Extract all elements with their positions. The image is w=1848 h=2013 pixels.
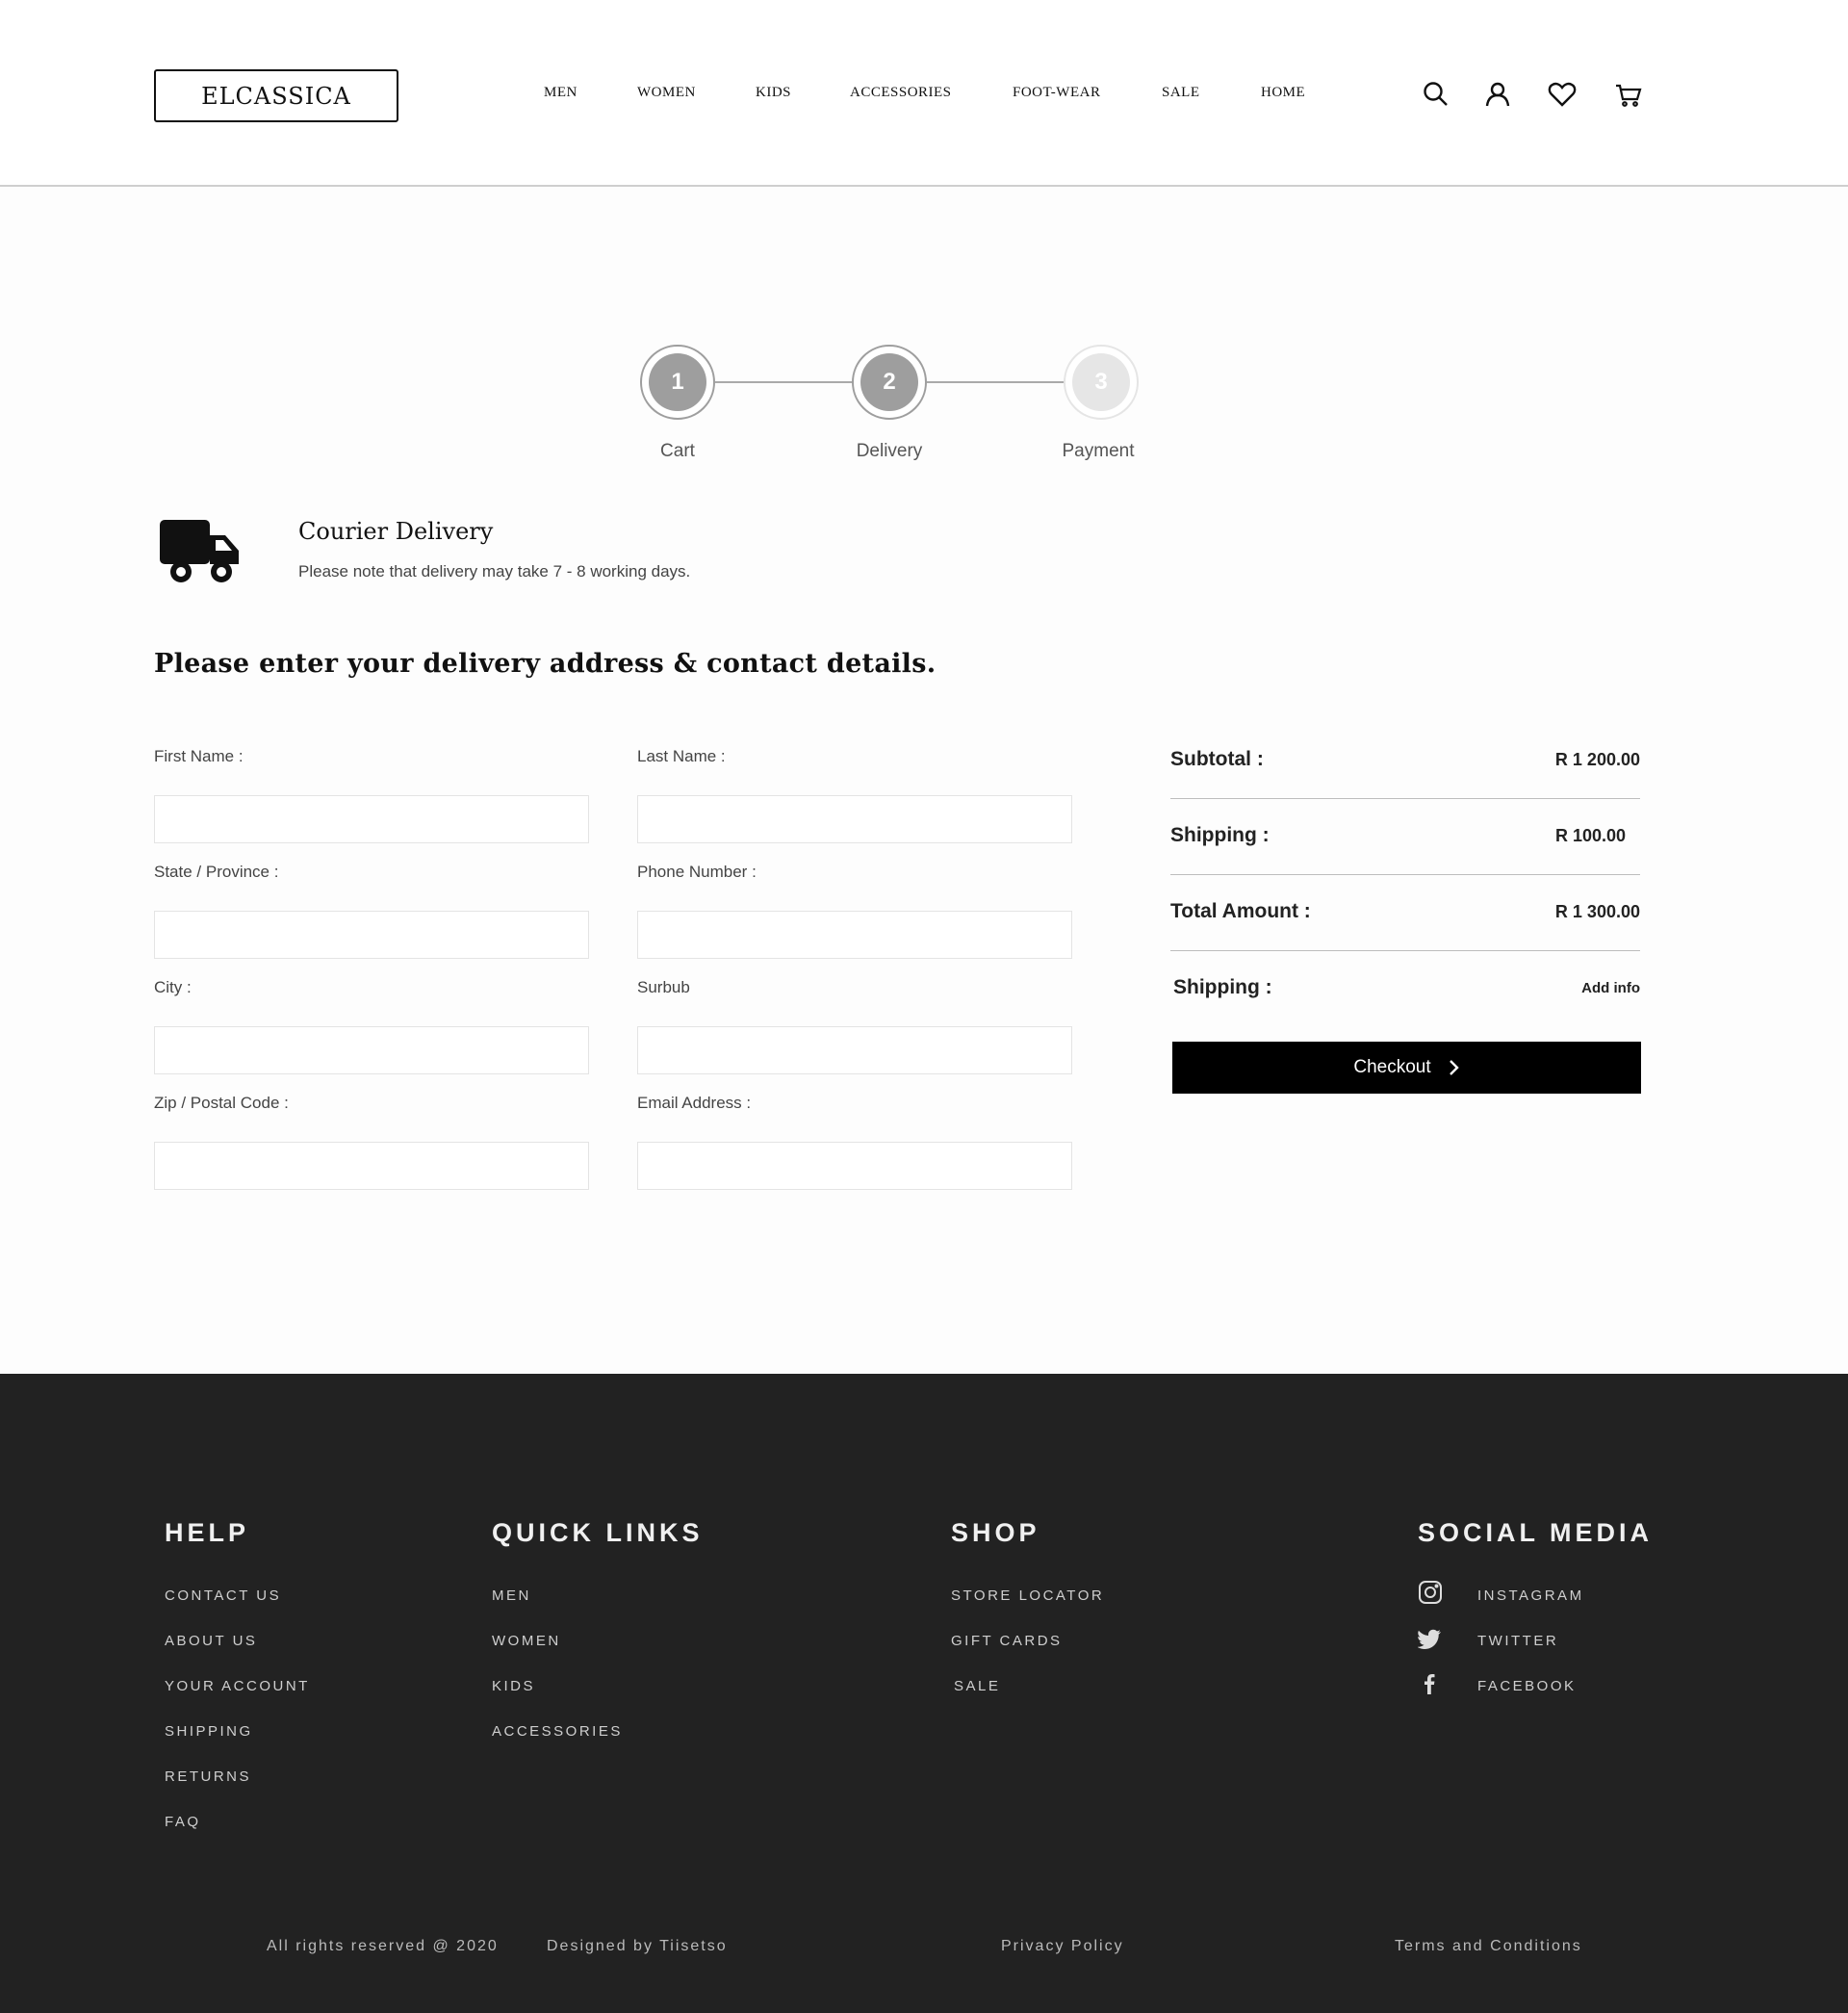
designer-credit: Designed by Tiisetso: [547, 1938, 728, 1954]
courier-note: Please note that delivery may take 7 - 8…: [298, 562, 691, 581]
email-input[interactable]: [637, 1142, 1072, 1190]
user-icon[interactable]: [1482, 79, 1513, 110]
phone-label: Phone Number :: [637, 863, 757, 881]
footer-link-contact[interactable]: CONTACT US: [165, 1587, 281, 1604]
subtotal-value: R 1 200.00: [1554, 750, 1640, 769]
last-name-label: Last Name :: [637, 747, 726, 765]
step-connector: [927, 381, 1065, 383]
instagram-icon[interactable]: [1418, 1580, 1443, 1605]
footer-link-men[interactable]: MEN: [492, 1587, 531, 1604]
chevron-right-icon: [1449, 1060, 1459, 1075]
nav-home[interactable]: HOME: [1261, 85, 1305, 101]
search-icon[interactable]: [1421, 79, 1451, 110]
footer-link-shipping[interactable]: SHIPPING: [165, 1723, 253, 1740]
privacy-policy-link[interactable]: Privacy Policy: [1001, 1938, 1124, 1955]
step-connector: [715, 381, 854, 383]
step-number: 3: [1072, 353, 1130, 411]
zip-input[interactable]: [154, 1142, 589, 1190]
footer-link-twitter[interactable]: TWITTER: [1477, 1633, 1558, 1649]
email-label: Email Address :: [637, 1094, 752, 1112]
add-info-link[interactable]: Add info: [1581, 980, 1640, 996]
footer-link-women[interactable]: WOMEN: [492, 1633, 561, 1649]
facebook-icon[interactable]: [1418, 1671, 1443, 1696]
footer-link-sale[interactable]: SALE: [954, 1678, 1000, 1694]
terms-link[interactable]: Terms and Conditions: [1395, 1938, 1582, 1955]
checkout-button[interactable]: Checkout: [1172, 1042, 1641, 1094]
state-label: State / Province :: [154, 863, 279, 881]
step-number: 2: [860, 353, 918, 411]
twitter-icon[interactable]: [1417, 1626, 1443, 1651]
shipping-info-label: Shipping :: [1173, 976, 1272, 998]
first-name-input[interactable]: [154, 795, 589, 843]
footer-link-returns[interactable]: RETURNS: [165, 1768, 251, 1785]
footer-social-heading: SOCIAL MEDIA: [1418, 1518, 1654, 1547]
footer-link-kids[interactable]: KIDS: [492, 1678, 535, 1694]
nav-accessories[interactable]: ACCESSORIES: [850, 85, 952, 101]
heart-icon[interactable]: [1547, 79, 1578, 110]
zip-label: Zip / Postal Code :: [154, 1094, 289, 1112]
nav-footwear[interactable]: FOOT-WEAR: [1013, 85, 1100, 101]
courier-title: Courier Delivery: [298, 518, 494, 545]
footer-quicklinks-heading: QUICK LINKS: [492, 1518, 704, 1547]
footer-link-account[interactable]: YOUR ACCOUNT: [165, 1678, 310, 1694]
footer-link-faq[interactable]: FAQ: [165, 1814, 201, 1830]
logo[interactable]: ELCASSICA: [154, 69, 398, 122]
truck-icon: [158, 516, 243, 587]
summary-divider: [1170, 950, 1640, 951]
site-header: ELCASSICA MEN WOMEN KIDS ACCESSORIES FOO…: [0, 0, 1848, 187]
step-delivery[interactable]: 2: [852, 345, 927, 420]
suburb-label: Surbub: [637, 978, 690, 996]
last-name-input[interactable]: [637, 795, 1072, 843]
nav-women[interactable]: WOMEN: [637, 85, 696, 101]
nav-kids[interactable]: KIDS: [756, 85, 791, 101]
city-input[interactable]: [154, 1026, 589, 1074]
city-label: City :: [154, 978, 192, 996]
nav-men[interactable]: MEN: [544, 85, 578, 101]
total-value: R 1 300.00: [1554, 902, 1640, 921]
checkout-label: Checkout: [1353, 1057, 1431, 1077]
total-label: Total Amount :: [1170, 900, 1311, 922]
first-name-label: First Name :: [154, 747, 244, 765]
phone-input[interactable]: [637, 911, 1072, 959]
footer-link-facebook[interactable]: FACEBOOK: [1477, 1678, 1577, 1694]
nav-sale[interactable]: SALE: [1162, 85, 1200, 101]
copyright-text: All rights reserved @ 2020: [267, 1938, 499, 1954]
step-label-delivery: Delivery: [856, 441, 923, 461]
site-footer: HELP CONTACT US ABOUT US YOUR ACCOUNT SH…: [0, 1374, 1848, 2013]
step-number: 1: [649, 353, 706, 411]
step-label-cart: Cart: [660, 441, 695, 461]
footer-link-about[interactable]: ABOUT US: [165, 1633, 257, 1649]
footer-link-instagram[interactable]: INSTAGRAM: [1477, 1587, 1584, 1604]
footer-shop-heading: SHOP: [951, 1518, 1040, 1547]
footer-link-gift-cards[interactable]: GIFT CARDS: [951, 1633, 1063, 1649]
form-heading: Please enter your delivery address & con…: [154, 649, 937, 679]
cart-icon[interactable]: [1613, 79, 1644, 110]
state-input[interactable]: [154, 911, 589, 959]
footer-link-store-locator[interactable]: STORE LOCATOR: [951, 1587, 1104, 1604]
suburb-input[interactable]: [637, 1026, 1072, 1074]
step-cart[interactable]: 1: [640, 345, 715, 420]
subtotal-label: Subtotal :: [1170, 748, 1264, 770]
shipping-label: Shipping :: [1170, 824, 1270, 846]
step-payment[interactable]: 3: [1064, 345, 1139, 420]
footer-help-heading: HELP: [165, 1518, 250, 1547]
step-label-payment: Payment: [1062, 441, 1135, 461]
summary-divider: [1170, 874, 1640, 875]
footer-link-accessories[interactable]: ACCESSORIES: [492, 1723, 623, 1740]
summary-divider: [1170, 798, 1640, 799]
shipping-value: R 100.00: [1554, 826, 1626, 845]
